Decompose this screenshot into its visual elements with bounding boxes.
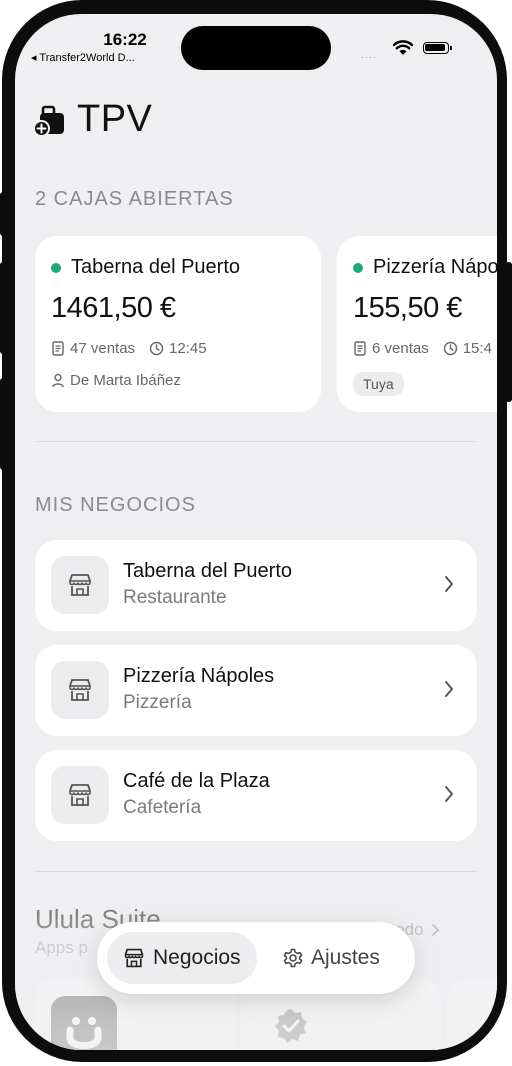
register-business: Taberna del Puerto — [51, 256, 240, 279]
business-icon — [51, 661, 109, 719]
section-divider — [35, 871, 477, 872]
gear-icon — [283, 948, 303, 968]
tab-ajustes-label: Ajustes — [311, 946, 380, 969]
open-status-dot — [353, 262, 363, 273]
register-time: 12:45 — [169, 340, 207, 357]
register-amount: 1461,50 € — [51, 292, 176, 324]
business-type: Restaurante — [123, 587, 227, 608]
register-business: Pizzería Nápoles — [353, 256, 497, 279]
page-title: TPV — [33, 98, 152, 141]
title-text: TPV — [77, 98, 153, 140]
app-screen: 16:22 ◂ Transfer2World D... ···· TPV 2 C… — [15, 14, 497, 1050]
dynamic-island — [181, 26, 331, 70]
register-business-name: Pizzería Nápoles — [373, 256, 497, 278]
register-meta: 6 ventas 15:4 — [353, 340, 497, 357]
verified-badge-icon — [275, 1009, 307, 1043]
clock-icon — [149, 341, 164, 356]
action-button — [0, 192, 6, 236]
app-tile[interactable] — [447, 978, 497, 1050]
register-sales: 6 ventas — [372, 340, 429, 357]
register-time: 15:4 — [462, 340, 492, 357]
chevron-right-icon — [445, 786, 453, 802]
receipt-icon — [52, 341, 64, 356]
person-icon — [52, 373, 64, 388]
business-name: Taberna del Puerto — [123, 560, 293, 582]
tab-ajustes[interactable]: Ajustes — [283, 932, 380, 984]
register-meta: 47 ventas 12:45 — [51, 340, 221, 357]
chevron-right-icon — [445, 681, 453, 697]
storefront-icon — [69, 679, 91, 701]
business-name: Pizzería Nápoles — [123, 665, 275, 687]
business-type: Cafetería — [123, 797, 202, 818]
open-registers-label: 2 CAJAS ABIERTAS — [35, 188, 234, 210]
register-card[interactable]: Taberna del Puerto 1461,50 € 47 ventas 1… — [35, 236, 321, 412]
business-icon — [51, 766, 109, 824]
back-to-app-link[interactable]: ◂ Transfer2World D... — [31, 51, 135, 64]
register-amount: 155,50 € — [353, 292, 462, 324]
business-name: Café de la Plaza — [123, 770, 270, 792]
register-owner-name: De Marta Ibáñez — [70, 372, 181, 389]
status-time: 16:22 — [103, 30, 147, 49]
storefront-icon — [69, 574, 91, 596]
register-business-name: Taberna del Puerto — [71, 256, 241, 278]
clock-icon — [443, 341, 457, 356]
register-card[interactable]: Pizzería Nápoles 155,50 € 6 ventas 15:4 … — [337, 236, 497, 412]
chevron-right-icon — [432, 924, 440, 936]
business-type: Pizzería — [123, 692, 192, 713]
battery-icon — [423, 42, 452, 54]
register-owner: De Marta Ibáñez — [51, 372, 181, 389]
register-sales: 47 ventas — [70, 340, 136, 357]
owner-badge: Tuya — [353, 372, 404, 396]
storefront-icon — [69, 784, 91, 806]
receipt-icon — [354, 341, 366, 356]
signal-dots: ···· — [361, 52, 377, 62]
business-row[interactable]: Café de la Plaza Cafetería — [35, 750, 477, 841]
ulula-app-icon — [51, 996, 117, 1050]
tab-negocios-label: Negocios — [153, 946, 241, 969]
volume-down-button — [0, 378, 6, 470]
wifi-icon — [393, 40, 413, 55]
tab-bar: Negocios Ajustes — [97, 922, 415, 994]
volume-up-button — [0, 262, 6, 354]
chevron-right-icon — [445, 576, 453, 592]
storefront-icon — [124, 948, 144, 968]
power-button — [506, 262, 512, 402]
business-row[interactable]: Pizzería Nápoles Pizzería — [35, 645, 477, 736]
business-row[interactable]: Taberna del Puerto Restaurante — [35, 540, 477, 631]
suite-subtitle: Apps p — [35, 938, 88, 957]
register-bag-icon — [33, 105, 64, 137]
business-icon — [51, 556, 109, 614]
section-divider — [35, 441, 477, 442]
open-status-dot — [51, 262, 61, 273]
tab-negocios[interactable]: Negocios — [107, 932, 257, 984]
my-businesses-label: MIS NEGOCIOS — [35, 494, 196, 516]
